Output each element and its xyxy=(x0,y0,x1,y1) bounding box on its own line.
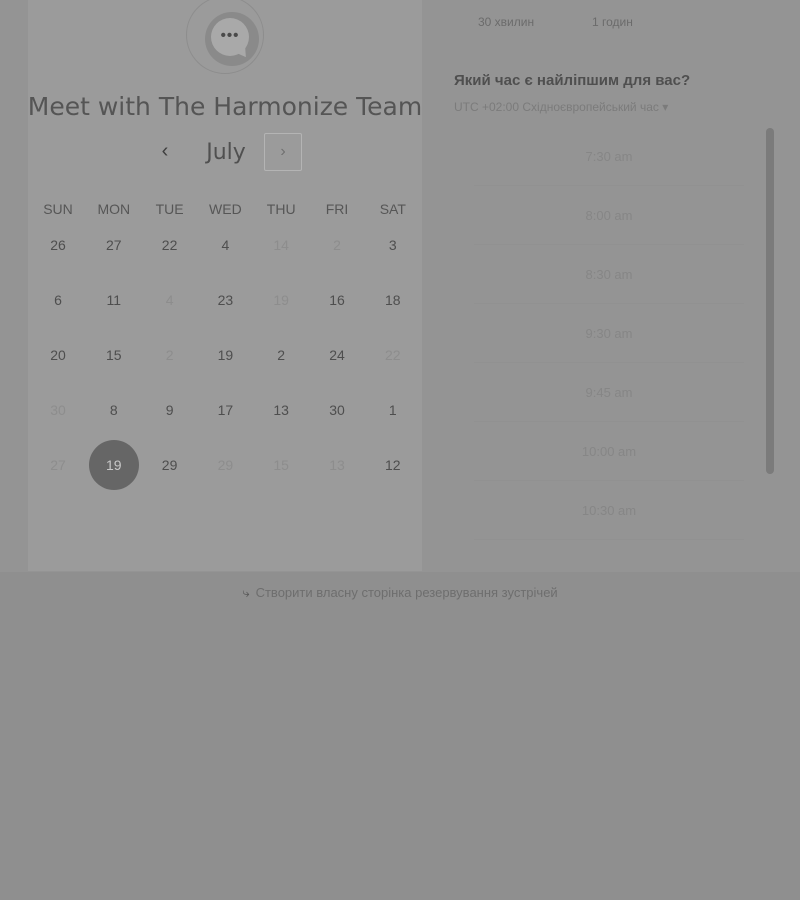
calendar-day: 19 xyxy=(273,292,289,308)
calendar-day: 2 xyxy=(165,347,174,363)
timezone-selector[interactable]: UTC +02:00 Східноєвропейський час ▾ xyxy=(454,100,668,114)
calendar-day[interactable]: 16 xyxy=(312,275,362,325)
calendar-day[interactable]: 13 xyxy=(256,385,306,435)
calendar-day[interactable]: 6 xyxy=(33,275,83,325)
weekday-thu: THU xyxy=(266,201,296,217)
calendar-day[interactable]: 29 xyxy=(145,440,195,490)
time-slot[interactable]: 9:45 am xyxy=(474,364,744,422)
calendar-day: 4 xyxy=(165,292,174,308)
page-title: Meet with The Harmonize Team xyxy=(27,92,423,121)
calendar-day[interactable]: 27 xyxy=(89,220,139,270)
chevron-right-icon: › xyxy=(280,143,286,160)
calendar-day[interactable]: 4 xyxy=(200,220,250,270)
weekday-wed: WED xyxy=(209,201,242,217)
calendar-day[interactable]: 12 xyxy=(368,440,418,490)
calendar-day[interactable]: 8 xyxy=(89,385,139,435)
link-icon: ⤷ xyxy=(242,585,250,600)
duration-1-hour[interactable]: 1 годин xyxy=(592,15,633,29)
calendar-day[interactable]: 26 xyxy=(33,220,83,270)
calendar-day: 30 xyxy=(50,402,66,418)
calendar-day-selected[interactable]: 19 xyxy=(88,440,139,490)
weekday-tue: TUE xyxy=(155,201,184,217)
calendar-day: 14 xyxy=(273,237,289,253)
avatar: ••• xyxy=(205,12,259,66)
prev-month-button[interactable]: ‹ xyxy=(150,136,180,166)
time-slot[interactable]: 7:30 am xyxy=(474,128,744,186)
calendar-day: 13 xyxy=(329,457,345,473)
calendar-day[interactable]: 2 xyxy=(256,330,306,380)
time-slot-scrollbar[interactable] xyxy=(766,128,774,474)
calendar-day: 2 xyxy=(333,237,341,253)
calendar-day: 22 xyxy=(385,347,401,363)
next-month-button[interactable]: › xyxy=(264,133,302,171)
calendar-day[interactable]: 9 xyxy=(145,385,195,435)
calendar-day[interactable]: 3 xyxy=(368,220,418,270)
time-slot[interactable]: 8:00 am xyxy=(474,187,744,245)
calendar-day: 27 xyxy=(50,457,66,473)
time-slot[interactable]: 9:30 am xyxy=(474,305,744,363)
time-question: Який час є найліпшим для вас? xyxy=(454,72,691,89)
calendar-day[interactable]: 19 xyxy=(200,330,250,380)
calendar-day[interactable]: 17 xyxy=(200,385,250,435)
create-booking-page-text: Створити власну сторінка резервування зу… xyxy=(255,585,558,600)
chevron-left-icon: ‹ xyxy=(161,140,169,162)
calendar-day[interactable]: 15 xyxy=(89,330,139,380)
month-label: July xyxy=(206,140,246,165)
calendar-day[interactable]: 11 xyxy=(89,275,139,325)
month-navigation: ‹ July › xyxy=(0,130,450,176)
time-slot[interactable]: 10:00 am xyxy=(474,423,744,481)
calendar-day[interactable]: 20 xyxy=(33,330,83,380)
weekday-fri: FRI xyxy=(325,201,349,217)
time-slot[interactable]: 8:30 am xyxy=(474,246,744,304)
calendar-day[interactable]: 23 xyxy=(200,275,250,325)
calendar-day[interactable]: 18 xyxy=(368,275,418,325)
weekday-mon: MON xyxy=(97,201,131,217)
calendar-day[interactable]: 30 xyxy=(312,385,362,435)
duration-30-min[interactable]: 30 хвилин xyxy=(478,15,534,29)
calendar-day: 29 xyxy=(217,457,234,473)
calendar-day: 15 xyxy=(273,457,289,473)
calendar-day[interactable]: 1 xyxy=(368,385,418,435)
weekday-sat: SAT xyxy=(379,201,406,217)
calendar-day[interactable]: 22 xyxy=(145,220,195,270)
create-booking-page-link[interactable]: ⤷ Створити власну сторінка резервування з… xyxy=(0,585,800,601)
calendar-day[interactable]: 24 xyxy=(312,330,362,380)
weekday-sun: SUN xyxy=(43,201,73,217)
time-slot[interactable]: 10:30 am xyxy=(474,482,744,540)
time-slot-list: 7:30 am 8:00 am 8:30 am 9:30 am 9:45 am 10:00… xyxy=(454,128,764,558)
